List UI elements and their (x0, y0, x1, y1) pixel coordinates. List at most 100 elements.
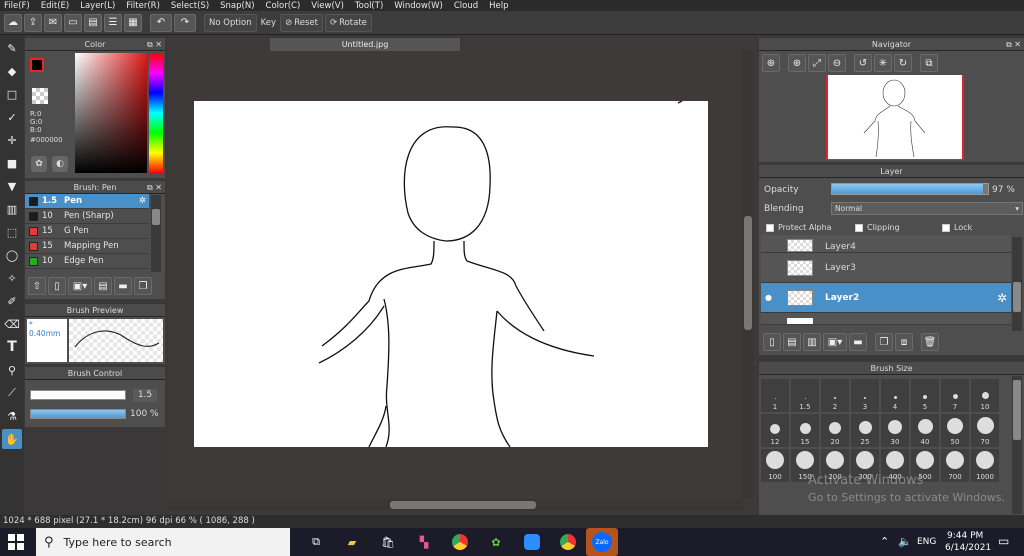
brush-list-scrollbar[interactable] (151, 195, 161, 272)
menu-item[interactable]: Help (485, 1, 515, 11)
brush-size-cell[interactable]: 10 (971, 379, 999, 412)
menu-item[interactable]: Cloud (450, 1, 485, 11)
brush-size-cell[interactable]: 25 (851, 414, 879, 447)
brush-size-scrollbar[interactable] (1012, 376, 1022, 514)
select-tool-icon[interactable]: ⬚ (2, 222, 22, 242)
clipping-checkbox[interactable]: Clipping (855, 223, 900, 232)
layer-row[interactable]: ● Layer2 ✲ (761, 283, 1011, 313)
brush-size-cell[interactable]: 40 (911, 414, 939, 447)
brush-tool-icon[interactable]: ✎ (2, 38, 22, 58)
layer-row[interactable]: Layer3 (761, 253, 1011, 283)
menu-item[interactable]: Edit(E) (37, 1, 76, 11)
eyedropper-icon[interactable]: ⚗ (2, 406, 22, 426)
chrome-canary-icon[interactable] (555, 531, 581, 553)
flip-icon[interactable]: ⧉ (920, 54, 938, 72)
add-layer-menu-icon[interactable]: ▣▾ (823, 333, 847, 351)
panel-controls-icon[interactable]: ⧉ ✕ (1006, 38, 1021, 51)
brush-size-cell[interactable]: 5 (911, 379, 939, 412)
zoom-icon[interactable]: ⊕ (788, 54, 806, 72)
brush-size-cell[interactable]: 30 (881, 414, 909, 447)
new-brush-icon[interactable]: ▯ (48, 277, 66, 295)
layer-folder-icon[interactable]: ▬ (849, 333, 867, 351)
palette-icon[interactable]: ✿ (31, 156, 47, 172)
brush-size-cell[interactable]: 12 (761, 414, 789, 447)
fit-icon[interactable]: ⤢ (808, 54, 826, 72)
menu-item[interactable]: Tool(T) (351, 1, 390, 11)
brush-size-cell[interactable]: 3 (851, 379, 879, 412)
document-icon[interactable]: ▤ (84, 13, 102, 32)
canvas-horizontal-scrollbar[interactable] (168, 499, 744, 511)
chat-icon[interactable]: ✉ (44, 13, 62, 32)
layer-row[interactable] (761, 313, 1011, 325)
brush-cloud-icon[interactable]: ⇧ (28, 277, 46, 295)
menu-item[interactable]: Select(S) (167, 1, 216, 11)
panel-controls-icon[interactable]: ⧉ ✕ (147, 38, 162, 51)
reset-view-icon[interactable]: ✳ (874, 54, 892, 72)
menu-item[interactable]: Snap(N) (216, 1, 261, 11)
operation-tool-icon[interactable]: ⚲ (2, 360, 22, 380)
brush-item[interactable]: 10 Pen (Sharp) (25, 209, 149, 224)
bucket-tool-icon[interactable]: ▼ (2, 176, 22, 196)
navigator-preview[interactable] (826, 75, 964, 160)
app-icon[interactable]: ▚ (411, 531, 437, 553)
brush-size-cell[interactable]: 1.5 (791, 379, 819, 412)
hue-slider[interactable] (149, 53, 163, 173)
new-layer-1bit-icon[interactable]: ▥ (803, 333, 821, 351)
gear-icon[interactable]: ✲ (139, 196, 146, 206)
tray-chevron-icon[interactable]: ⌃ (880, 535, 889, 548)
brush-size-cell[interactable]: 15 (791, 414, 819, 447)
document-tab[interactable]: Untitled.jpg (270, 38, 460, 51)
brush-item[interactable]: 15 Mapping Pen (25, 239, 149, 254)
volume-icon[interactable]: 🔈 (898, 535, 912, 548)
divide-tool-icon[interactable]: ⟋ (2, 383, 22, 403)
brush-duplicate-icon[interactable]: ❐ (134, 277, 152, 295)
menu-item[interactable]: File(F) (0, 1, 37, 11)
brush-doc-icon[interactable]: ▤ (94, 277, 112, 295)
zalo-icon[interactable]: Zalo (586, 528, 618, 556)
brush-folder-icon[interactable]: ▬ (114, 277, 132, 295)
brush-size-cell[interactable]: 20 (821, 414, 849, 447)
brush-item[interactable]: 10 Edge Pen (25, 254, 149, 269)
blending-select[interactable]: Normal ▾ (831, 202, 1023, 215)
canvas-vertical-scrollbar[interactable] (742, 50, 754, 498)
select-pen-icon[interactable]: ✐ (2, 291, 22, 311)
menu-item[interactable]: View(V) (307, 1, 351, 11)
brush-size-cell[interactable]: 100 (761, 449, 789, 482)
brush-size-slider[interactable] (30, 390, 126, 400)
task-view-icon[interactable]: ⧉ (303, 531, 329, 553)
share-icon[interactable]: ⇪ (24, 13, 42, 32)
color-mixer-icon[interactable]: ◐ (52, 156, 68, 172)
cloud-icon[interactable]: ☁ (4, 13, 22, 32)
visibility-icon[interactable]: ● (765, 293, 772, 302)
menu-item[interactable]: Color(C) (262, 1, 308, 11)
brush-item[interactable]: 15 G Pen (25, 224, 149, 239)
new-layer-icon[interactable]: ▯ (763, 333, 781, 351)
delete-layer-icon[interactable]: 🗑 (921, 333, 939, 351)
move-tool-icon[interactable]: ✛ (2, 130, 22, 150)
opacity-slider[interactable] (831, 183, 989, 195)
eraser-tool-icon[interactable]: ◆ (2, 61, 22, 81)
brush-size-cell[interactable]: 2 (821, 379, 849, 412)
fill-rect-icon[interactable]: ■ (2, 153, 22, 173)
brush-size-cell[interactable]: 1 (761, 379, 789, 412)
clock-time[interactable]: 9:44 PM (947, 531, 983, 541)
store-icon[interactable]: 🛍 (375, 531, 401, 553)
brush-size-value[interactable]: 1.5 (133, 389, 157, 402)
new-layer-8bit-icon[interactable]: ▤ (783, 333, 801, 351)
reset-button[interactable]: ⊘ Reset (280, 13, 323, 32)
protect-alpha-checkbox[interactable]: Protect Alpha (766, 223, 832, 232)
redo-icon[interactable]: ↷ (174, 13, 196, 32)
saturation-value-picker[interactable] (75, 53, 147, 173)
zoom-out-icon[interactable]: ⊖ (828, 54, 846, 72)
notification-icon[interactable]: ▭ (998, 534, 1009, 548)
rotate-left-icon[interactable]: ↺ (854, 54, 872, 72)
clock-date[interactable]: 6/14/2021 (945, 543, 991, 553)
gradient-tool-icon[interactable]: ▥ (2, 199, 22, 219)
menu-item[interactable]: Window(W) (390, 1, 450, 11)
brush-size-cell[interactable]: 70 (971, 414, 999, 447)
brush-item[interactable]: 1.5 Pen ✲ (25, 194, 149, 209)
menu-item[interactable]: Layer(L) (76, 1, 122, 11)
brush-add-icon[interactable]: ▣▾ (68, 277, 92, 295)
duplicate-layer-icon[interactable]: ❐ (875, 333, 893, 351)
lasso-tool-icon[interactable]: ◯ (2, 245, 22, 265)
